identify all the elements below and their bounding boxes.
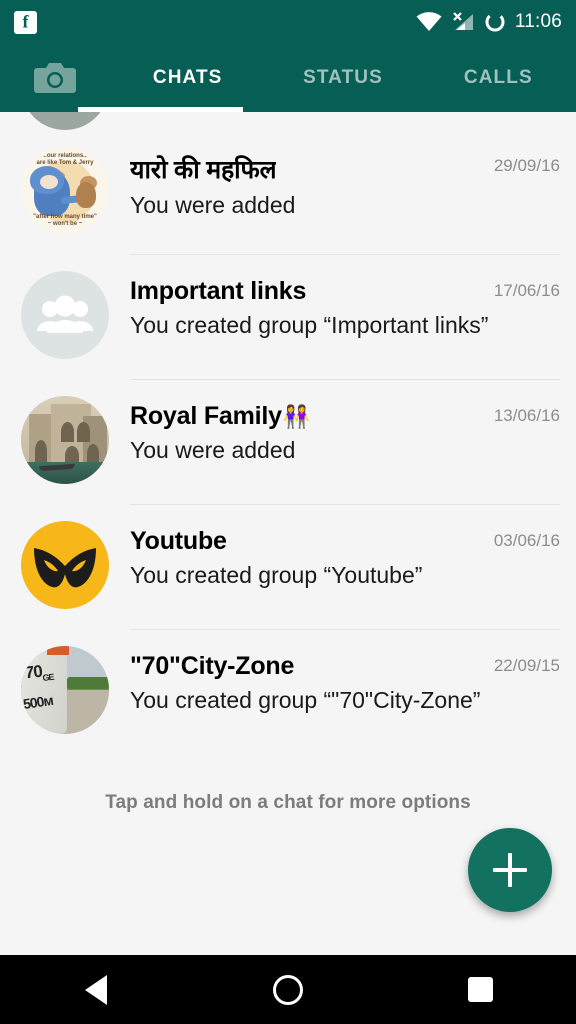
chat-title: यारो की महफिल — [130, 156, 277, 184]
chat-title: Youtube — [130, 527, 227, 555]
facebook-icon — [14, 10, 37, 34]
back-triangle-icon — [85, 974, 107, 1005]
chat-title: Royal Family — [130, 402, 282, 430]
chat-snippet: You were added — [130, 192, 296, 218]
avatar-milestone-number: 70GE — [23, 661, 54, 684]
chat-date: 13/06/16 — [493, 406, 560, 425]
avatar — [21, 271, 109, 359]
chat-list[interactable]: ..our relations.. are like Tom & Jerry "a… — [0, 112, 576, 955]
sync-circle-icon — [485, 12, 505, 32]
list-hint-text: Tap and hold on a chat for more options — [105, 792, 471, 813]
chat-date: 29/09/16 — [493, 156, 560, 175]
nav-back-button[interactable] — [0, 974, 192, 1005]
home-circle-icon — [273, 974, 303, 1005]
plus-icon — [493, 853, 527, 887]
wifi-icon — [416, 12, 442, 31]
list-item[interactable]: Important links You created group “Impor… — [0, 255, 576, 380]
chat-date: 17/06/16 — [493, 281, 560, 300]
chat-date: 03/06/16 — [493, 531, 560, 550]
nav-recents-button[interactable] — [384, 977, 576, 1002]
camera-icon — [34, 63, 76, 93]
avatar — [21, 521, 109, 609]
cellular-signal-off-icon — [453, 12, 473, 30]
avatar: ..our relations.. are like Tom & Jerry "a… — [21, 146, 109, 234]
list-item[interactable]: 70GE 500м "70"City-Zone You created grou… — [0, 630, 576, 755]
tab-chats[interactable]: CHATS — [110, 44, 265, 112]
nav-home-button[interactable] — [192, 974, 384, 1005]
list-item-content: "70"City-Zone You created group “"70"Cit… — [130, 630, 560, 755]
status-bar-notifications — [14, 10, 37, 34]
list-item[interactable]: ..our relations.. are like Tom & Jerry "a… — [0, 130, 576, 255]
list-item[interactable]: Youtube You created group “Youtube” 03/0… — [0, 505, 576, 630]
mask-icon — [34, 547, 96, 588]
status-bar-system-icons: 11:06 — [416, 11, 562, 33]
list-item[interactable] — [0, 112, 576, 130]
avatar-caption-bottom: "after how many time" ~ won't be ~ — [33, 214, 97, 228]
chat-title: Important links — [130, 277, 307, 305]
camera-tab[interactable] — [0, 60, 110, 96]
family-emoji: 👭 — [282, 404, 311, 429]
tab-bar: CHATS STATUS CALLS — [110, 44, 576, 112]
recents-square-icon — [467, 977, 493, 1002]
list-item-content: Important links You created group “Impor… — [130, 255, 560, 380]
tab-status[interactable]: STATUS — [265, 44, 420, 112]
avatar — [21, 396, 109, 484]
new-chat-fab[interactable] — [468, 828, 552, 912]
list-item-content: Youtube You created group “Youtube” 03/0… — [130, 505, 560, 630]
android-navigation-bar — [0, 955, 576, 1024]
avatar-caption-top: ..our relations.. are like Tom & Jerry — [36, 153, 94, 166]
chat-snippet: You created group “"70"City-Zone” — [130, 687, 481, 713]
list-item[interactable]: Royal Family 👭 You were added 13/06/16 — [0, 380, 576, 505]
group-people-icon — [37, 295, 93, 333]
app-toolbar: CHATS STATUS CALLS — [0, 44, 576, 112]
chat-snippet: You created group “Important links” — [130, 312, 489, 338]
chat-title: "70"City-Zone — [130, 652, 295, 680]
status-bar: 11:06 — [0, 0, 576, 44]
list-item-content: Royal Family 👭 You were added 13/06/16 — [130, 380, 560, 505]
chat-date: 22/09/15 — [493, 656, 560, 675]
avatar — [21, 112, 109, 130]
status-bar-clock: 11:06 — [514, 11, 562, 32]
avatar: 70GE 500м — [21, 646, 109, 734]
whatsapp-chats-screen: 11:06 CHATS STATUS CALLS — [0, 0, 576, 1024]
list-item-content: यारो की महफिल You were added 29/09/16 — [130, 130, 560, 255]
tab-calls[interactable]: CALLS — [421, 44, 576, 112]
chat-snippet: You created group “Youtube” — [130, 562, 423, 588]
chat-snippet: You were added — [130, 437, 296, 463]
